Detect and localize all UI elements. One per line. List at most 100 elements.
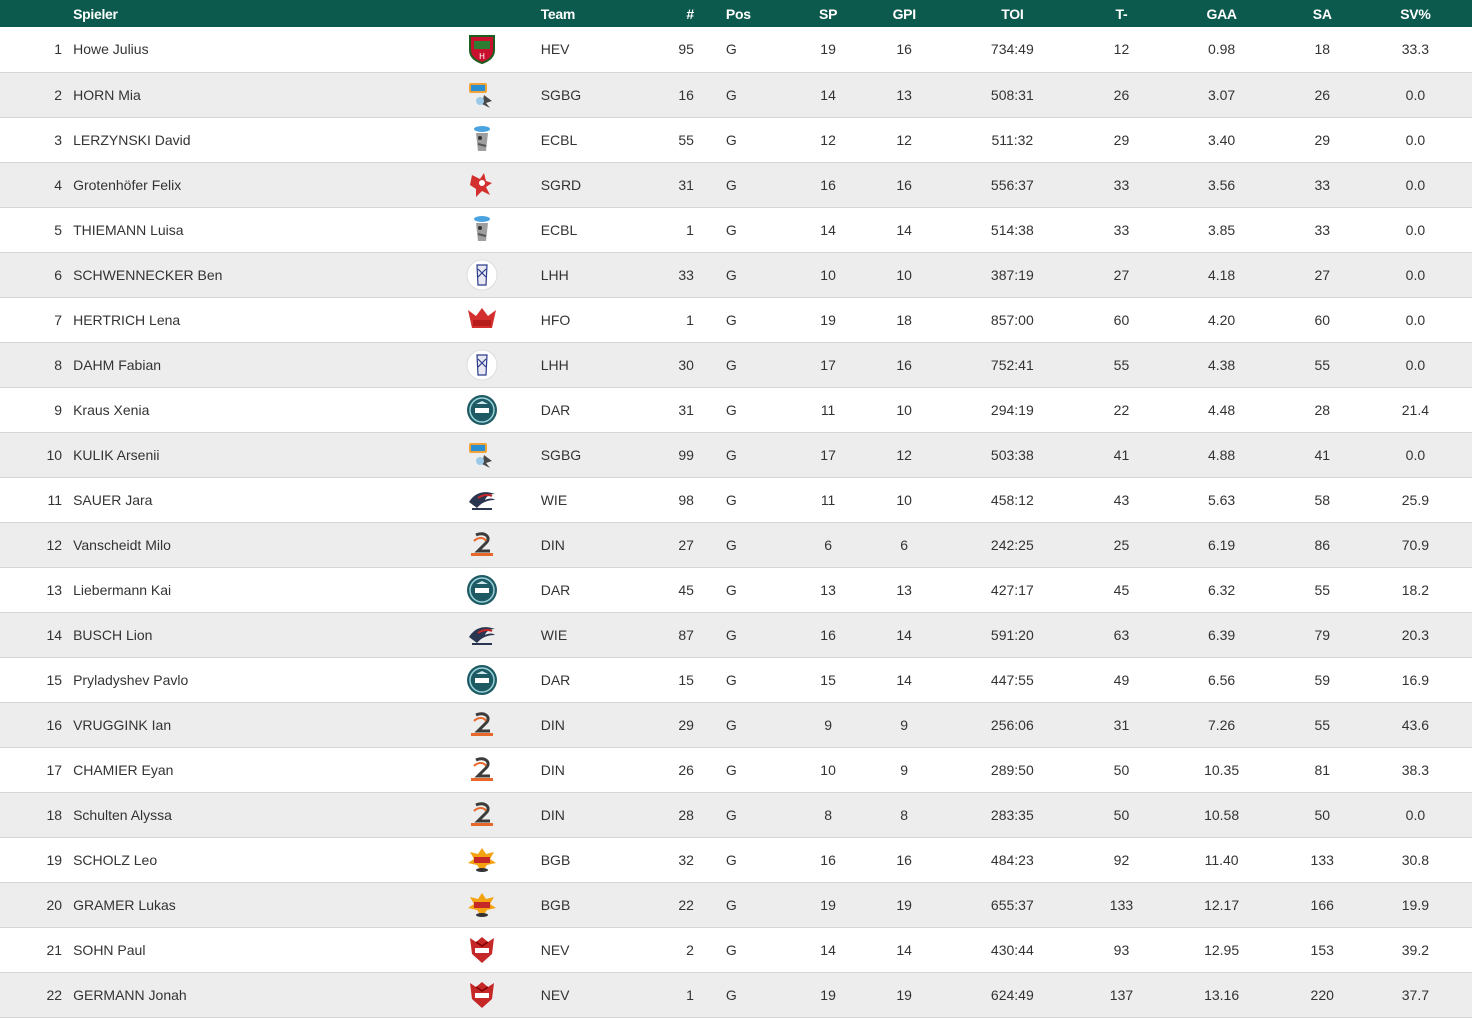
player-name[interactable]: THIEMANN Luisa: [73, 222, 183, 238]
player-name[interactable]: Vanscheidt Milo: [73, 537, 171, 553]
table-row[interactable]: 11 SAUER Jara WIE 98 G 11 10 458:12 43 5.63 58 25.9: [0, 477, 1472, 522]
stat-sp: 15: [820, 671, 836, 688]
player-name[interactable]: VRUGGINK Ian: [73, 717, 171, 733]
team-logo-icon: [466, 664, 498, 696]
stat-sv-pct: 25.9: [1401, 491, 1430, 508]
team-code: DIN: [540, 716, 565, 733]
player-name[interactable]: HERTRICH Lena: [73, 312, 180, 328]
rank-cell: 22: [46, 986, 63, 1003]
column-header-sa[interactable]: SA: [1286, 0, 1359, 27]
column-header-gpi[interactable]: GPI: [869, 0, 939, 27]
player-name[interactable]: SAUER Jara: [73, 492, 152, 508]
position: G: [725, 446, 737, 463]
stat-sp: 17: [820, 356, 836, 373]
jersey-number: 28: [678, 806, 694, 823]
player-name[interactable]: Schulten Alyssa: [73, 807, 172, 823]
table-row[interactable]: 13 Liebermann Kai DAR 45 G 13 13 427:17 45 6.32 55…: [0, 567, 1472, 612]
player-name[interactable]: SOHN Paul: [73, 942, 145, 958]
player-name[interactable]: Pryladyshev Pavlo: [73, 672, 188, 688]
stat-gpi: 16: [896, 41, 912, 58]
table-row[interactable]: 18 Schulten Alyssa DIN 28 G 8 8 283:35 50 10.58 50…: [0, 792, 1472, 837]
stat-gpi: 14: [896, 626, 912, 643]
table-row[interactable]: 16 VRUGGINK Ian DIN 29 G 9 9 256:06 31 7.26 55 43.6: [0, 702, 1472, 747]
jersey-number: 87: [678, 626, 694, 643]
table-row[interactable]: 7 HERTRICH Lena HFO 1 G 19 18 857:00 60 4.20 60 0.0: [0, 297, 1472, 342]
position: G: [725, 536, 737, 553]
stat-gpi: 6: [900, 536, 909, 553]
stat-sv-pct: 0.0: [1405, 86, 1426, 103]
player-name[interactable]: LERZYNSKI David: [73, 132, 190, 148]
column-header-pos[interactable]: Pos: [702, 0, 787, 27]
column-header-toi[interactable]: TOI: [939, 0, 1085, 27]
column-header-sv-pct[interactable]: SV%: [1359, 0, 1472, 27]
stat-sv-pct: 0.0: [1405, 446, 1426, 463]
column-header-spieler[interactable]: Spieler: [73, 0, 541, 27]
team-cell: DAR: [466, 567, 654, 612]
stat-sa: 33: [1314, 221, 1331, 238]
position: G: [725, 401, 737, 418]
table-row[interactable]: 14 BUSCH Lion WIE 87 G 16 14 591:20 63 6.39 79 20.3: [0, 612, 1472, 657]
player-name[interactable]: GRAMER Lukas: [73, 897, 176, 913]
stat-sv-pct: 38.3: [1401, 761, 1430, 778]
rank-cell: 8: [54, 356, 63, 373]
player-name[interactable]: GERMANN Jonah: [73, 987, 187, 1003]
team-logo-icon: [466, 529, 498, 561]
table-row[interactable]: 19 SCHOLZ Leo BGB 32 G 16 16 484:23 92 11.40 133 30…: [0, 837, 1472, 882]
stat-gaa: 6.32: [1207, 581, 1236, 598]
table-row[interactable]: 12 Vanscheidt Milo DIN 27 G 6 6 242:25 25 6.19 86 7…: [0, 522, 1472, 567]
table-row[interactable]: 3 LERZYNSKI David ECBL 55 G 12 12 511:32 29 3.40 2…: [0, 117, 1472, 162]
table-row[interactable]: 1 Howe Julius H HEV 95 G 19 16 734:49 12 0.98 18 33.…: [0, 27, 1472, 72]
rank-cell: 10: [46, 446, 63, 463]
column-header-number[interactable]: #: [654, 0, 702, 27]
column-header-sp[interactable]: SP: [787, 0, 869, 27]
player-name[interactable]: Grotenhöfer Felix: [73, 177, 181, 193]
stat-gaa: 3.07: [1207, 86, 1236, 103]
table-row[interactable]: 15 Pryladyshev Pavlo DAR 15 G 15 14 447:55 49 6.5…: [0, 657, 1472, 702]
stat-t-minus: 49: [1113, 671, 1130, 688]
jersey-number: 29: [678, 716, 694, 733]
rank-cell: 20: [46, 896, 63, 913]
stat-sp: 10: [820, 266, 836, 283]
table-row[interactable]: 10 KULIK Arsenii SGBG 99 G 17 12 503:38 41 4.88 41…: [0, 432, 1472, 477]
column-header-t-minus[interactable]: T-: [1085, 0, 1157, 27]
team-logo-icon: [466, 619, 498, 651]
stat-sv-pct: 0.0: [1405, 131, 1426, 148]
player-name[interactable]: SCHOLZ Leo: [73, 852, 157, 868]
table-row[interactable]: 17 CHAMIER Eyan DIN 26 G 10 9 289:50 50 10.35 81 38…: [0, 747, 1472, 792]
player-name[interactable]: DAHM Fabian: [73, 357, 161, 373]
table-row[interactable]: 9 Kraus Xenia DAR 31 G 11 10 294:19 22 4.48 28 21.4: [0, 387, 1472, 432]
player-name[interactable]: CHAMIER Eyan: [73, 762, 173, 778]
table-row[interactable]: 8 DAHM Fabian LHH 30 G 17 16 752:41 55 4.38 55 0.0: [0, 342, 1472, 387]
player-name[interactable]: SCHWENNECKER Ben: [73, 267, 222, 283]
column-header-team[interactable]: Team: [541, 0, 654, 27]
position: G: [725, 806, 737, 823]
stat-gaa: 13.16: [1204, 986, 1240, 1003]
stat-gpi: 13: [896, 86, 912, 103]
column-header-gaa[interactable]: GAA: [1158, 0, 1286, 27]
table-row[interactable]: 6 SCHWENNECKER Ben LHH 33 G 10 10 387:19 27 4.18 2…: [0, 252, 1472, 297]
table-row[interactable]: 21 SOHN Paul NEV 2 G 14 14 430:44 93 12.95 153 39.2: [0, 927, 1472, 972]
team-logo-icon: [466, 574, 498, 606]
player-name[interactable]: BUSCH Lion: [73, 627, 152, 643]
player-name[interactable]: KULIK Arsenii: [73, 447, 159, 463]
table-row[interactable]: 5 THIEMANN Luisa ECBL 1 G 14 14 514:38 33 3.85 33 0…: [0, 207, 1472, 252]
player-name[interactable]: Howe Julius: [73, 41, 148, 57]
position: G: [725, 41, 737, 58]
stat-toi: 289:50: [990, 761, 1034, 778]
table-row[interactable]: 22 GERMANN Jonah NEV 1 G 19 19 624:49 137 13.16 22…: [0, 972, 1472, 1017]
table-row[interactable]: 4 Grotenhöfer Felix SGRD 31 G 16 16 556:37 33 3.5…: [0, 162, 1472, 207]
stat-toi: 734:49: [990, 41, 1034, 58]
player-name[interactable]: Kraus Xenia: [73, 402, 149, 418]
rank-cell: 19: [46, 851, 63, 868]
stat-gpi: 13: [896, 581, 912, 598]
team-logo-icon: [466, 709, 498, 741]
player-name[interactable]: Liebermann Kai: [73, 582, 171, 598]
stat-t-minus: 27: [1113, 266, 1130, 283]
table-row[interactable]: 20 GRAMER Lukas BGB 22 G 19 19 655:37 133 12.17 16…: [0, 882, 1472, 927]
rank-header: [0, 0, 73, 27]
player-name[interactable]: HORN Mia: [73, 87, 141, 103]
table-row[interactable]: 2 HORN Mia SGBG 16 G 14 13 508:31 26 3.07 26 0.0: [0, 72, 1472, 117]
stat-gpi: 12: [896, 446, 912, 463]
jersey-number: 2: [686, 941, 694, 958]
stat-sv-pct: 0.0: [1405, 806, 1426, 823]
